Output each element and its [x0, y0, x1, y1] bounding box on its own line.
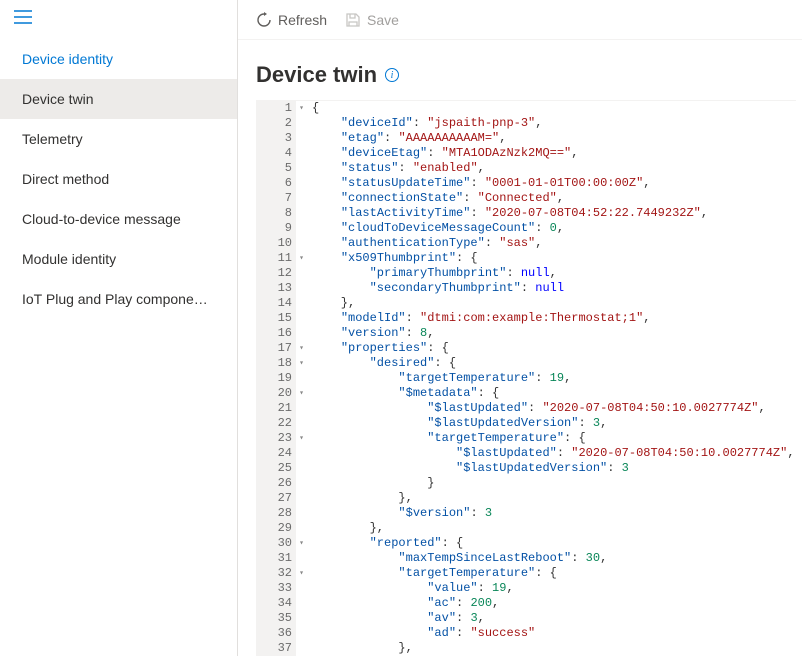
nav-item-device-identity[interactable]: Device identity [0, 39, 237, 79]
info-icon[interactable]: i [385, 68, 399, 82]
save-button: Save [345, 12, 399, 28]
refresh-icon [256, 12, 272, 28]
hamburger-icon [14, 10, 32, 24]
sidebar-nav: Device identity Device twin Telemetry Di… [0, 39, 237, 319]
refresh-label: Refresh [278, 12, 327, 28]
line-number-gutter: 1234567891011121314151617181920212223242… [256, 101, 296, 656]
code-content[interactable]: { "deviceId": "jspaith-pnp-3", "etag": "… [296, 101, 796, 656]
page-title: Device twin [256, 62, 377, 88]
toolbar: Refresh Save [238, 0, 802, 40]
nav-item-iot-pnp-components[interactable]: IoT Plug and Play compone… [0, 279, 237, 319]
nav-item-c2d-message[interactable]: Cloud-to-device message [0, 199, 237, 239]
nav-item-module-identity[interactable]: Module identity [0, 239, 237, 279]
main: Refresh Save Device twin i 1234567891011… [238, 0, 802, 656]
code-editor[interactable]: 1234567891011121314151617181920212223242… [256, 100, 796, 656]
save-icon [345, 12, 361, 28]
save-label: Save [367, 12, 399, 28]
sidebar: Device identity Device twin Telemetry Di… [0, 0, 238, 656]
nav-item-direct-method[interactable]: Direct method [0, 159, 237, 199]
nav-item-device-twin[interactable]: Device twin [0, 79, 237, 119]
hamburger-button[interactable] [0, 0, 237, 33]
app-root: Device identity Device twin Telemetry Di… [0, 0, 802, 656]
nav-item-telemetry[interactable]: Telemetry [0, 119, 237, 159]
page-header: Device twin i [238, 40, 802, 100]
refresh-button[interactable]: Refresh [256, 12, 327, 28]
